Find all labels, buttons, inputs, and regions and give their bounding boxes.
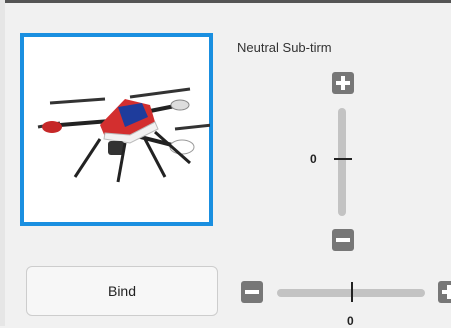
vertical-trim-value: 0 <box>310 152 317 166</box>
vertical-trim-thumb[interactable] <box>334 158 352 160</box>
vertical-trim-slider[interactable] <box>338 108 346 216</box>
subtrim-title: Neutral Sub-tirm <box>237 40 332 55</box>
plus-icon-v <box>447 285 451 299</box>
horizontal-increase-button[interactable] <box>438 281 451 303</box>
vertical-decrease-button[interactable] <box>332 229 354 251</box>
vertical-increase-button[interactable] <box>332 72 354 94</box>
drone-image <box>37 87 210 183</box>
minus-icon <box>336 238 350 242</box>
horizontal-trim-thumb[interactable] <box>351 282 353 302</box>
top-divider <box>0 0 451 3</box>
left-edge <box>0 0 5 326</box>
plus-icon-v <box>341 76 345 90</box>
minus-icon <box>245 290 259 294</box>
horizontal-decrease-button[interactable] <box>241 281 263 303</box>
model-thumbnail[interactable] <box>20 33 213 226</box>
bind-button[interactable]: Bind <box>26 266 218 316</box>
